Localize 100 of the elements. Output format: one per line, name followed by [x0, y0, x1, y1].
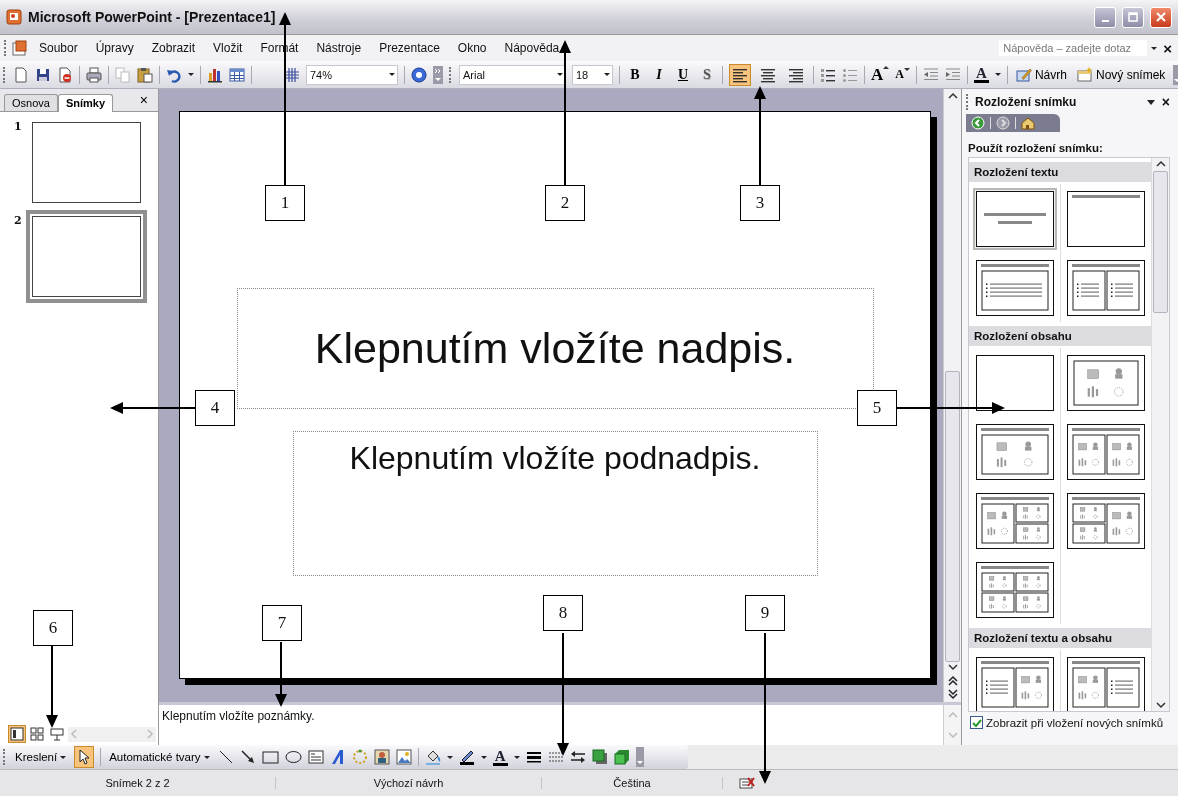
- arrow-style-icon[interactable]: [569, 749, 586, 765]
- subtitle-placeholder[interactable]: Klepnutím vložíte podnadpis.: [292, 431, 818, 576]
- grid-icon[interactable]: [284, 66, 300, 83]
- font-size-combo[interactable]: 18: [572, 64, 613, 85]
- caret-icon[interactable]: [60, 753, 67, 761]
- print-icon[interactable]: [86, 66, 102, 83]
- shadow-style-icon[interactable]: [591, 749, 608, 765]
- help-search-field[interactable]: Nápověda – zadejte dotaz: [999, 40, 1148, 56]
- line-color-icon[interactable]: [458, 749, 475, 765]
- increase-indent-icon[interactable]: [944, 66, 961, 83]
- show-view-button[interactable]: [48, 725, 66, 743]
- font-color-button[interactable]: A: [492, 748, 508, 766]
- layout-thumbnail[interactable]: [975, 354, 1054, 411]
- grow-font-button[interactable]: A: [871, 64, 890, 85]
- shadow-button[interactable]: S: [698, 66, 716, 83]
- panel-tab[interactable]: Osnova: [4, 94, 58, 111]
- rectangle-icon[interactable]: [261, 749, 279, 765]
- scroll-thumb[interactable]: [1153, 171, 1168, 313]
- scroll-thumb[interactable]: [945, 371, 960, 662]
- font-color-dropdown-icon[interactable]: [994, 71, 1001, 78]
- permission-icon[interactable]: [57, 66, 73, 83]
- caret-icon[interactable]: [389, 71, 395, 78]
- bold-button[interactable]: B: [626, 66, 644, 83]
- align-left-button[interactable]: [729, 63, 751, 86]
- caret-icon[interactable]: [557, 71, 563, 78]
- menu-item[interactable]: Vložit: [206, 38, 250, 58]
- layout-thumbnail[interactable]: [975, 656, 1054, 711]
- layout-thumbnail[interactable]: [1066, 492, 1145, 549]
- font-color-dropdown-icon[interactable]: [513, 753, 520, 761]
- select-pointer-button[interactable]: [74, 746, 95, 768]
- document-menu-icon[interactable]: [12, 40, 28, 56]
- picture-icon[interactable]: [395, 749, 412, 765]
- menu-item[interactable]: Nápověda: [497, 38, 567, 58]
- scroll-down-icon[interactable]: [1155, 700, 1166, 710]
- maximize-button[interactable]: [1122, 6, 1144, 28]
- previous-slide-icon[interactable]: [947, 675, 958, 686]
- line-style-icon[interactable]: [525, 749, 542, 765]
- next-slide-icon[interactable]: [947, 689, 958, 700]
- italic-button[interactable]: I: [650, 66, 668, 83]
- 3d-style-icon[interactable]: [613, 749, 630, 765]
- menu-item[interactable]: Soubor: [32, 38, 85, 58]
- autoshapes-menu-button[interactable]: Automatické tvary: [107, 751, 212, 763]
- layout-thumbnail[interactable]: [975, 561, 1054, 618]
- toolbar-options-icon[interactable]: [433, 65, 443, 84]
- clip-art-icon[interactable]: [373, 749, 390, 765]
- close-button[interactable]: [1150, 6, 1172, 28]
- font-combo[interactable]: Arial: [459, 64, 566, 85]
- close-panel-button[interactable]: ×: [133, 92, 154, 111]
- design-button[interactable]: Návrh: [1013, 66, 1069, 83]
- scroll-up-icon[interactable]: [1155, 159, 1166, 169]
- layout-thumbnail[interactable]: [1066, 423, 1145, 480]
- pane-menu-icon[interactable]: [1146, 98, 1155, 106]
- scroll-down-icon[interactable]: [947, 662, 958, 672]
- forward-icon[interactable]: [996, 116, 1010, 130]
- close-pane-button[interactable]: ×: [1159, 94, 1172, 110]
- layout-thumbnail[interactable]: [1066, 656, 1145, 711]
- checkbox[interactable]: [970, 716, 983, 729]
- font-color-button[interactable]: A: [973, 66, 989, 83]
- menu-item[interactable]: Úpravy: [88, 38, 141, 58]
- drawing-menu-button[interactable]: Kreslení: [13, 751, 69, 763]
- layout-thumbnail[interactable]: [975, 259, 1054, 316]
- dash-style-icon[interactable]: [547, 749, 564, 765]
- undo-dropdown-icon[interactable]: [188, 71, 194, 78]
- oval-icon[interactable]: [284, 749, 302, 765]
- layout-thumbnail[interactable]: [975, 423, 1054, 480]
- line-color-dropdown-icon[interactable]: [480, 753, 487, 761]
- shrink-font-button[interactable]: A: [895, 67, 910, 82]
- decrease-indent-icon[interactable]: [922, 66, 939, 83]
- fill-color-icon[interactable]: [424, 749, 441, 765]
- vertical-scrollbar[interactable]: [943, 89, 961, 702]
- caret-icon[interactable]: [203, 753, 210, 761]
- numbering-icon[interactable]: [820, 66, 836, 83]
- panel-tab[interactable]: Snímky: [57, 94, 114, 112]
- scroll-up-icon[interactable]: [947, 91, 958, 101]
- toolbar-options-icon[interactable]: [635, 747, 644, 767]
- menu-item[interactable]: Okno: [450, 38, 494, 58]
- layout-thumbnail[interactable]: [975, 190, 1054, 247]
- help-icon[interactable]: [411, 66, 427, 83]
- slide-thumbnail[interactable]: [26, 210, 147, 303]
- bullets-icon[interactable]: [842, 66, 858, 83]
- wordart-icon[interactable]: [329, 749, 346, 765]
- close-document-button[interactable]: ×: [1161, 39, 1174, 57]
- table-icon[interactable]: [229, 66, 245, 83]
- caret-icon[interactable]: [604, 71, 610, 78]
- checkbox-label[interactable]: Zobrazit při vložení nových snímků: [986, 716, 1164, 729]
- layout-thumbnail[interactable]: [1066, 190, 1145, 247]
- help-dropdown-icon[interactable]: [1151, 44, 1158, 52]
- paste-icon[interactable]: [137, 66, 153, 83]
- sorter-view-button[interactable]: [28, 725, 46, 743]
- normal-view-button[interactable]: [8, 725, 26, 743]
- new-document-icon[interactable]: [13, 66, 29, 83]
- layout-thumbnail[interactable]: [1066, 354, 1145, 411]
- notes-placeholder[interactable]: Klepnutím vložíte poznámky.: [162, 709, 315, 723]
- home-icon[interactable]: [1021, 116, 1035, 130]
- menu-item[interactable]: Zobrazit: [144, 38, 203, 58]
- arrow-icon[interactable]: [239, 749, 256, 765]
- zoom-combo[interactable]: 74%: [306, 64, 398, 85]
- back-icon[interactable]: [971, 116, 985, 130]
- line-icon[interactable]: [217, 749, 234, 765]
- vertical-scrollbar[interactable]: [1151, 158, 1169, 711]
